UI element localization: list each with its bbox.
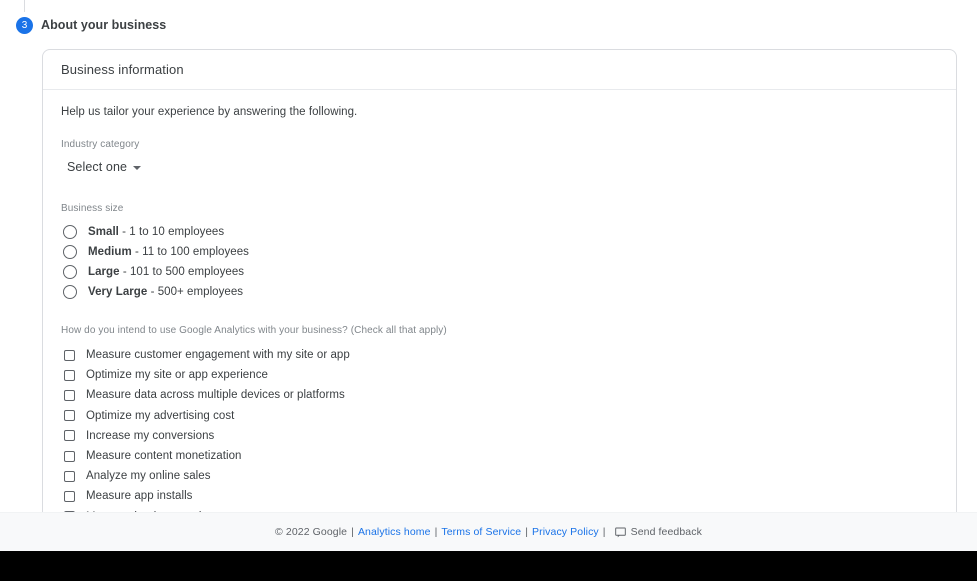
send-feedback-button[interactable]: Send feedback: [615, 526, 702, 538]
business-size-option-name: Small: [88, 226, 119, 238]
intent-option-measure-app-installs[interactable]: Measure app installs: [61, 486, 938, 506]
checkbox-icon[interactable]: [64, 451, 75, 462]
business-size-option-label: Medium - 11 to 100 employees: [88, 246, 249, 258]
intent-option-label: Analyze my online sales: [86, 470, 211, 482]
footer-separator: |: [435, 526, 438, 538]
card-header: Business information: [43, 50, 956, 90]
page-root: 3 About your business Business informati…: [0, 0, 977, 581]
intent-option-label: Measure app installs: [86, 490, 192, 502]
checkbox-icon[interactable]: [64, 491, 75, 502]
industry-category-value: Select one: [67, 160, 127, 174]
footer-link-analytics-home[interactable]: Analytics home: [358, 526, 431, 538]
business-size-option-name: Medium: [88, 246, 132, 258]
radio-icon[interactable]: [63, 285, 77, 299]
footer-separator: |: [603, 526, 606, 538]
intent-option-label: Optimize my advertising cost: [86, 410, 234, 422]
checkbox-icon[interactable]: [64, 471, 75, 482]
business-size-option-detail: - 101 to 500 employees: [120, 266, 245, 278]
footer-separator: |: [351, 526, 354, 538]
intent-option-label: Optimize my site or app experience: [86, 369, 268, 381]
feedback-icon: [615, 527, 626, 538]
business-size-option-very-large[interactable]: Very Large - 500+ employees: [61, 282, 938, 302]
checkbox-icon[interactable]: [64, 350, 75, 361]
intent-option-analyze-online-sales[interactable]: Analyze my online sales: [61, 466, 938, 486]
intent-option-measure-data-across-devices[interactable]: Measure data across multiple devices or …: [61, 385, 938, 405]
intent-option-label: Measure content monetization: [86, 450, 241, 462]
intent-option-label: Measure customer engagement with my site…: [86, 349, 350, 361]
business-size-label: Business size: [61, 202, 938, 216]
business-size-option-label: Large - 101 to 500 employees: [88, 266, 244, 278]
business-size-option-label: Very Large - 500+ employees: [88, 286, 243, 298]
scroll-viewport[interactable]: 3 About your business Business informati…: [0, 0, 977, 512]
intro-text: Help us tailor your experience by answer…: [61, 104, 938, 120]
radio-icon[interactable]: [63, 225, 77, 239]
page-footer: © 2022 Google | Analytics home | Terms o…: [0, 512, 977, 551]
industry-category-field: Industry category Select one: [61, 138, 938, 176]
intent-option-label: Increase my conversions: [86, 430, 214, 442]
business-size-option-medium[interactable]: Medium - 11 to 100 employees: [61, 242, 938, 262]
footer-content: © 2022 Google | Analytics home | Terms o…: [275, 526, 702, 538]
intent-option-increase-conversions[interactable]: Increase my conversions: [61, 426, 938, 446]
intent-question: How do you intend to use Google Analytic…: [61, 324, 938, 338]
business-size-group: Business size Small - 1 to 10 employees …: [61, 202, 938, 302]
bottom-black-strip: [0, 551, 977, 581]
radio-icon[interactable]: [63, 265, 77, 279]
intent-option-measure-customer-engagement[interactable]: Measure customer engagement with my site…: [61, 345, 938, 365]
business-size-option-name: Large: [88, 266, 120, 278]
business-size-option-detail: - 500+ employees: [147, 286, 243, 298]
intent-option-label: Measure data across multiple devices or …: [86, 389, 345, 401]
step-connector-line: [24, 0, 25, 12]
industry-category-label: Industry category: [61, 138, 938, 152]
checkbox-icon[interactable]: [64, 430, 75, 441]
industry-category-select[interactable]: Select one: [61, 158, 145, 176]
intent-option-measure-content-monetization[interactable]: Measure content monetization: [61, 446, 938, 466]
footer-separator: |: [525, 526, 528, 538]
chevron-down-icon: [133, 166, 141, 170]
business-size-option-name: Very Large: [88, 286, 147, 298]
business-information-card: Business information Help us tailor your…: [42, 49, 957, 512]
footer-link-terms-of-service[interactable]: Terms of Service: [441, 526, 521, 538]
business-size-option-detail: - 1 to 10 employees: [119, 226, 224, 238]
card-header-title: Business information: [61, 62, 184, 77]
business-size-option-label: Small - 1 to 10 employees: [88, 226, 224, 238]
intent-option-optimize-site-experience[interactable]: Optimize my site or app experience: [61, 365, 938, 385]
card-body: Help us tailor your experience by answer…: [43, 90, 956, 512]
step-header: 3 About your business: [0, 0, 977, 42]
intent-option-optimize-advertising-cost[interactable]: Optimize my advertising cost: [61, 406, 938, 426]
checkbox-icon[interactable]: [64, 410, 75, 421]
footer-link-privacy-policy[interactable]: Privacy Policy: [532, 526, 599, 538]
checkbox-icon[interactable]: [64, 390, 75, 401]
business-size-option-large[interactable]: Large - 101 to 500 employees: [61, 262, 938, 282]
step-number-badge: 3: [16, 17, 33, 34]
page-title: About your business: [41, 18, 166, 33]
business-size-option-detail: - 11 to 100 employees: [132, 246, 249, 258]
radio-icon[interactable]: [63, 245, 77, 259]
send-feedback-label: Send feedback: [631, 526, 702, 538]
checkbox-icon[interactable]: [64, 370, 75, 381]
intent-group: How do you intend to use Google Analytic…: [61, 324, 938, 512]
business-size-option-small[interactable]: Small - 1 to 10 employees: [61, 222, 938, 242]
footer-copyright: © 2022 Google: [275, 526, 347, 538]
